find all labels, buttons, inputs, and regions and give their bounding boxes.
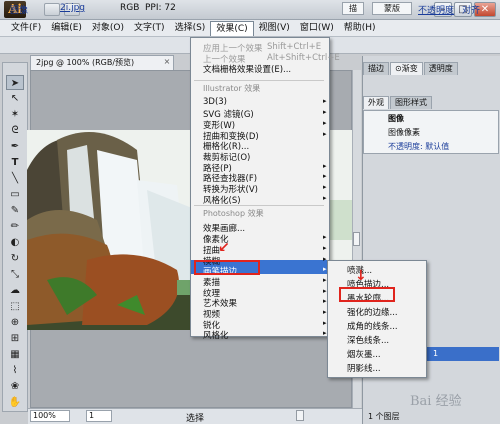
effect-menu-item[interactable]: 风格化(S) (203, 194, 325, 206)
menu-shortcut: Alt+Shift+Ctrl+E (267, 52, 340, 63)
tools-panel: ➤ ↖ ✶ ᘓ ✒ T ╲ ▭ ✎ ✏ ◐ ↻ ⤡ ☁ ⬚ ⊕ ⊞ ▦ ⌇ ❀ … (2, 62, 28, 412)
submenu-item[interactable]: 强化的边缘... (347, 306, 398, 318)
submenu-item[interactable]: 烟灰墨... (347, 348, 381, 360)
effect-menu-item[interactable]: 3D(3) (203, 97, 327, 108)
effect-menu-item-label: 风格化(S) (203, 195, 241, 206)
linked-file-link[interactable]: 2i.jpg (60, 3, 85, 13)
bridge-icon[interactable] (44, 3, 60, 16)
rotate-tool-icon[interactable]: ↻ (6, 251, 24, 266)
effect-menu-item-label: 3D(3) (203, 97, 227, 108)
trace-button[interactable]: 描 (342, 2, 364, 15)
direct-selection-tool-icon[interactable]: ↖ (6, 91, 24, 106)
horizontal-scroll-thumb[interactable] (296, 410, 304, 421)
pen-tool-icon[interactable]: ✒ (6, 139, 24, 154)
annotation-arrow-icon: ↓ (355, 268, 367, 284)
annotation-box-ink-outlines (339, 287, 395, 302)
align-link[interactable]: 对齐 (462, 3, 480, 16)
menu-separator (194, 205, 324, 207)
warp-tool-icon[interactable]: ☁ (6, 283, 24, 298)
lasso-tool-icon[interactable]: ᘓ (6, 123, 24, 138)
vertical-scroll-thumb[interactable] (353, 232, 360, 246)
scale-tool-icon[interactable]: ⤡ (6, 267, 24, 282)
zoom-field[interactable]: 100% (30, 410, 70, 422)
symbol-sprayer-tool-icon[interactable]: ❀ (6, 379, 24, 394)
line-tool-icon[interactable]: ╲ (6, 171, 24, 186)
gradient-tool-icon[interactable]: ▦ (6, 347, 24, 362)
tab-transparency[interactable]: 透明度 (423, 62, 458, 75)
paintbrush-tool-icon[interactable]: ✎ (6, 203, 24, 218)
mesh-tool-icon[interactable]: ⊞ (6, 331, 24, 346)
eyedropper-tool-icon[interactable]: ⌇ (6, 363, 24, 378)
magic-wand-tool-icon[interactable]: ✶ (6, 107, 24, 122)
menu-bar: 文件(F) 编辑(E) 对象(O) 文字(T) 选择(S) 效果(C) 视图(V… (0, 20, 500, 37)
menu-section-header: Photoshop 效果 (203, 209, 264, 219)
menu-view[interactable]: 视图(V) (254, 21, 295, 36)
annotation-box-brush-strokes (194, 260, 260, 275)
menu-object[interactable]: 对象(O) (87, 21, 129, 36)
submenu-item[interactable]: 成角的线条... (347, 320, 398, 332)
menu-shortcut: Shift+Ctrl+E (267, 42, 322, 52)
selection-tool-icon[interactable]: ➤ (6, 75, 24, 90)
layer-count: 1 个图层 (368, 412, 400, 421)
menu-select[interactable]: 选择(S) (170, 21, 211, 36)
ppi-label: PPI: 72 (145, 3, 176, 13)
status-text: 选择 (186, 414, 205, 424)
appearance-pixels-row[interactable]: 图像像素 (364, 126, 498, 140)
mask-button[interactable]: 蒙版 (372, 2, 412, 15)
opacity-link[interactable]: 不透明度 (418, 3, 454, 16)
menu-type[interactable]: 文字(T) (129, 21, 170, 36)
color-mode-label: RGB (120, 3, 140, 13)
free-transform-tool-icon[interactable]: ⬚ (6, 299, 24, 314)
artboard-number-field[interactable]: 1 (86, 410, 112, 422)
hand-tool-icon[interactable]: ✋ (6, 395, 24, 410)
close-icon[interactable]: × (162, 57, 172, 67)
appearance-object-row[interactable]: 图像 (364, 112, 498, 126)
menu-effect[interactable]: 效果(C) (210, 20, 254, 36)
blob-brush-tool-icon[interactable]: ◐ (6, 235, 24, 250)
type-tool-icon[interactable]: T (6, 155, 24, 170)
appearance-opacity-row[interactable]: 不透明度: 默认值 (364, 140, 498, 154)
tab-graphic-styles[interactable]: 图形样式 (390, 96, 432, 109)
tab-stroke[interactable]: 描边 (363, 62, 389, 75)
appearance-panel-tabs: 外观 图形样式 (363, 96, 433, 109)
submenu-item[interactable]: 深色线条... (347, 334, 389, 346)
watermark: Bai 经验 (410, 394, 462, 409)
menu-edit[interactable]: 编辑(E) (46, 21, 87, 36)
annotation-arrow-icon: ↙ (218, 240, 230, 256)
document-tab[interactable]: 2jpg @ 100% (RGB/预览) (30, 55, 174, 70)
tab-appearance[interactable]: 外观 (363, 96, 389, 109)
effect-menu-item-label: 文档栅格效果设置(E)... (203, 65, 292, 76)
menu-separator (194, 80, 324, 82)
pencil-tool-icon[interactable]: ✏ (6, 219, 24, 234)
submenu-item[interactable]: 阴影线... (347, 362, 381, 374)
effect-menu-item[interactable]: 文档栅格效果设置(E)... (203, 63, 291, 75)
selection-type-label: 图像 (10, 6, 29, 16)
effect-menu-item-label: 风格化 (203, 331, 229, 342)
menu-window[interactable]: 窗口(W) (295, 21, 339, 36)
menu-section-header: Illustrator 效果 (203, 84, 261, 94)
shape-builder-tool-icon[interactable]: ⊕ (6, 315, 24, 330)
tab-gradient[interactable]: ⊙渐变 (390, 62, 423, 75)
appearance-panel: 图像 图像像素 不透明度: 默认值 (363, 110, 499, 154)
rectangle-tool-icon[interactable]: ▭ (6, 187, 24, 202)
effect-menu-item[interactable]: 风格化 (203, 329, 324, 342)
menu-help[interactable]: 帮助(H) (339, 21, 381, 36)
stroke-panel-tabs: 描边 ⊙渐变 透明度 (363, 62, 459, 75)
menu-file[interactable]: 文件(F) (6, 21, 46, 36)
